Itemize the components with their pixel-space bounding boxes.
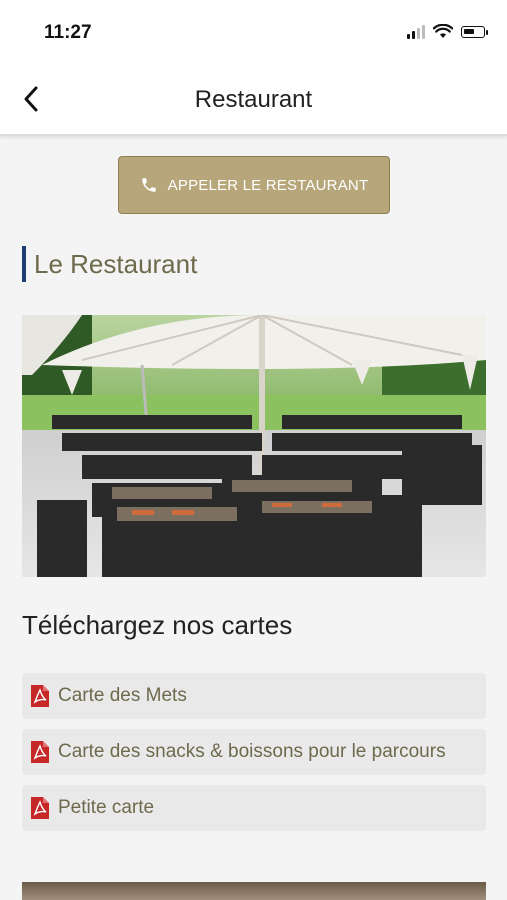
page-title: Restaurant <box>194 86 313 113</box>
pdf-icon <box>31 797 49 819</box>
menu-download-list: Carte des Mets Carte des snacks & boisso… <box>22 673 486 841</box>
menu-item-label: Petite carte <box>58 797 155 818</box>
pdf-icon <box>31 685 49 707</box>
menu-download-item[interactable]: Carte des snacks & boissons pour le parc… <box>22 729 486 775</box>
menu-download-item[interactable]: Carte des Mets <box>22 673 486 719</box>
pdf-icon <box>31 741 49 763</box>
call-restaurant-button[interactable]: APPELER LE RESTAURANT <box>118 156 390 214</box>
call-button-label: APPELER LE RESTAURANT <box>167 176 369 194</box>
navigation-bar: Restaurant <box>0 66 507 136</box>
battery-icon <box>461 25 488 38</box>
section-heading: Le Restaurant <box>22 246 197 282</box>
downloads-heading: Téléchargez nos cartes <box>22 610 293 640</box>
status-bar: 11:27 <box>0 0 507 66</box>
menu-item-label: Carte des snacks & boissons pour le parc… <box>58 741 446 762</box>
menu-download-item[interactable]: Petite carte <box>22 785 486 831</box>
status-icons <box>407 24 488 39</box>
cellular-signal-icon <box>407 24 425 39</box>
next-photo-partial <box>22 882 486 900</box>
wifi-icon <box>433 24 453 38</box>
menu-item-label: Carte des Mets <box>58 685 187 706</box>
status-time: 11:27 <box>44 22 92 43</box>
phone-icon <box>141 178 156 192</box>
restaurant-terrace-photo <box>22 315 486 577</box>
